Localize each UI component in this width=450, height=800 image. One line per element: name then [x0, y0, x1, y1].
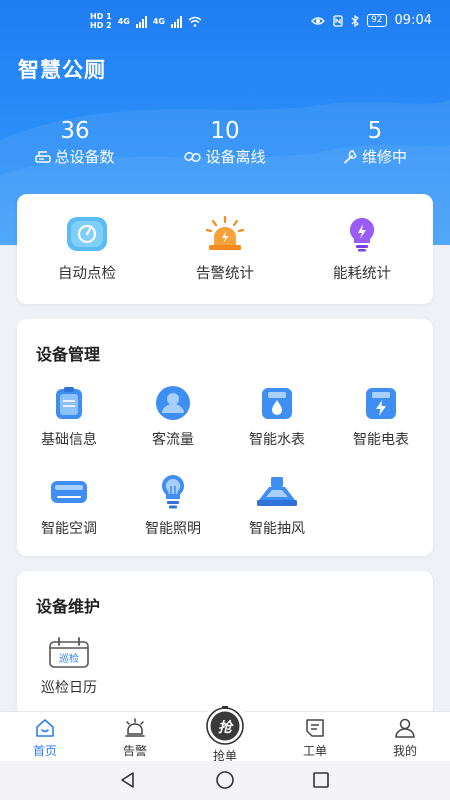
- device-exhaust-fan-label: 智能抽风: [249, 521, 305, 537]
- stat-offline-devices-label-row: 设备离线: [184, 146, 266, 167]
- signal-icon: [135, 15, 147, 28]
- battery-indicator: 92: [367, 14, 387, 27]
- device-basic-info-label: 基础信息: [41, 432, 97, 448]
- wrench-icon: [344, 150, 357, 164]
- network-type-2: 4G: [152, 16, 165, 26]
- clipboard-icon: [56, 387, 82, 419]
- device-lighting-label: 智能照明: [145, 521, 201, 537]
- light-bulb-icon: [161, 475, 185, 509]
- device-passenger-flow[interactable]: 客流量: [121, 385, 225, 449]
- stat-offline-devices[interactable]: 10 设备离线: [150, 116, 300, 168]
- stat-total-devices[interactable]: 36 总设备数: [0, 116, 150, 168]
- bottom-tab-bar: 首页 告警 抢 抢单 工单 我的: [0, 703, 450, 764]
- alarm-light-icon: [205, 216, 245, 250]
- tab-alarm[interactable]: 告警: [90, 718, 180, 759]
- recents-square-icon[interactable]: [311, 770, 331, 790]
- network-type-1: 4G: [117, 16, 130, 26]
- device-air-conditioner-label: 智能空调: [41, 521, 97, 537]
- stats-summary: 36 总设备数 10 设备离线 5 维修中: [0, 116, 450, 176]
- bluetooth-icon: [351, 14, 360, 27]
- device-water-meter-label: 智能水表: [249, 432, 305, 448]
- tab-home-label: 首页: [32, 744, 57, 758]
- range-hood-icon: [257, 477, 297, 506]
- quick-auto-inspection[interactable]: 自动点检: [27, 216, 147, 283]
- device-management-title: 设备管理: [36, 345, 101, 364]
- device-management-card: 设备管理 基础信息 客流量 智能水表 智能电表 智能空调 智能照明 智能抽风: [17, 319, 433, 556]
- device-passenger-flow-label: 客流量: [152, 432, 194, 448]
- status-bar: HD 1 HD 2 4G 4G 92 09:04: [0, 0, 450, 42]
- device-maintenance-title: 设备维护: [36, 597, 101, 616]
- signal-icon-2: [170, 15, 182, 28]
- stat-total-devices-value: 36: [60, 118, 90, 144]
- tab-work-order-label: 工单: [302, 744, 327, 758]
- stat-under-repair-label: 维修中: [361, 148, 407, 166]
- tab-mine[interactable]: 我的: [360, 718, 450, 759]
- user-icon: [395, 718, 415, 738]
- hd2-label: HD 2: [90, 21, 112, 30]
- device-lighting[interactable]: 智能照明: [121, 474, 225, 538]
- quick-energy-stats[interactable]: 能耗统计: [302, 216, 422, 283]
- quick-alarm-stats-label: 告警统计: [196, 266, 254, 282]
- wifi-icon: [188, 16, 202, 27]
- tab-mine-label: 我的: [392, 744, 417, 758]
- water-meter-icon: [262, 388, 292, 419]
- air-conditioner-icon: [51, 481, 87, 503]
- stat-under-repair-label-row: 维修中: [343, 146, 407, 167]
- stat-offline-devices-label: 设备离线: [205, 148, 266, 166]
- home-icon: [36, 719, 54, 737]
- inspection-calendar-label: 巡检日历: [41, 680, 97, 696]
- stat-total-devices-label: 总设备数: [54, 148, 115, 166]
- hd-indicators: HD 1 HD 2: [90, 13, 112, 30]
- bell-alarm-icon: [125, 718, 145, 737]
- quick-actions-card: 自动点检 告警统计 能耗统计: [17, 194, 433, 304]
- inspection-calendar[interactable]: 巡检 巡检日历: [17, 637, 121, 697]
- quick-auto-inspection-label: 自动点检: [58, 266, 116, 282]
- device-air-conditioner[interactable]: 智能空调: [17, 474, 121, 538]
- stat-total-devices-label-row: 总设备数: [35, 146, 115, 167]
- device-electric-meter[interactable]: 智能电表: [329, 385, 433, 449]
- electric-meter-icon: [366, 388, 396, 419]
- calendar-badge: 巡检: [59, 654, 79, 665]
- device-icon: [35, 150, 52, 163]
- nfc-icon: [333, 14, 343, 27]
- tab-work-order[interactable]: 工单: [270, 718, 360, 759]
- tab-home[interactable]: 首页: [0, 718, 90, 759]
- person-icon: [156, 386, 190, 420]
- offline-link-icon: [184, 151, 202, 162]
- page-title: 智慧公厕: [18, 58, 106, 82]
- quick-alarm-stats[interactable]: 告警统计: [165, 216, 285, 283]
- hd1-label: HD 1: [90, 12, 112, 21]
- tab-grab-order[interactable]: 抢 抢单: [180, 706, 270, 764]
- device-basic-info[interactable]: 基础信息: [17, 385, 121, 449]
- device-electric-meter-label: 智能电表: [353, 432, 409, 448]
- stat-under-repair[interactable]: 5 维修中: [300, 116, 450, 168]
- system-navigation-bar: [0, 761, 450, 800]
- work-order-icon: [306, 719, 324, 737]
- device-maintenance-card: 设备维护 巡检 巡检日历: [17, 571, 433, 716]
- back-triangle-icon[interactable]: [118, 770, 138, 790]
- grab-order-glyph: 抢: [218, 720, 232, 736]
- quick-energy-stats-label: 能耗统计: [333, 266, 391, 282]
- clock: 09:04: [394, 13, 432, 28]
- home-circle-icon[interactable]: [215, 770, 235, 790]
- status-bar-left: HD 1 HD 2 4G 4G: [90, 13, 202, 30]
- gauge-icon: [67, 217, 107, 251]
- tab-alarm-label: 告警: [122, 744, 147, 758]
- bulb-energy-icon: [349, 217, 375, 252]
- eye-icon: [311, 16, 325, 25]
- stat-offline-devices-value: 10: [210, 118, 240, 144]
- device-water-meter[interactable]: 智能水表: [225, 385, 329, 449]
- stat-under-repair-value: 5: [367, 118, 383, 144]
- grab-order-icon: 抢: [205, 706, 245, 746]
- status-bar-right: 92 09:04: [311, 13, 432, 28]
- device-exhaust-fan[interactable]: 智能抽风: [225, 474, 329, 538]
- calendar-icon: 巡检: [48, 637, 90, 669]
